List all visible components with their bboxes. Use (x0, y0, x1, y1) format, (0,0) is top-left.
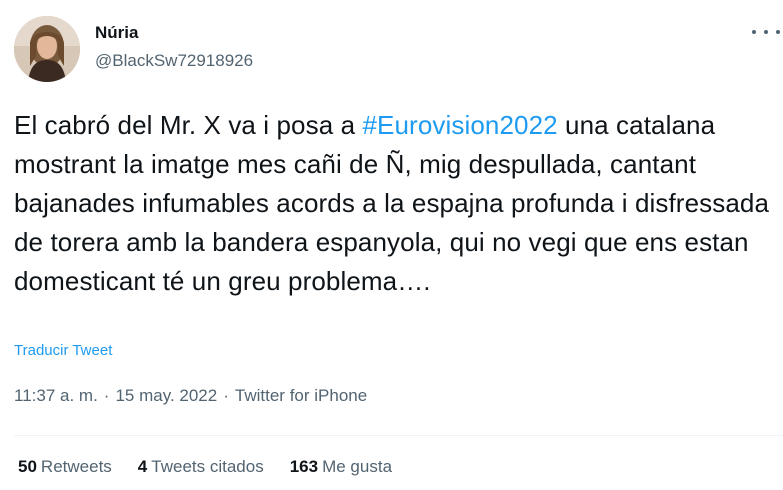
likes-count: 163 (289, 457, 319, 476)
translate-tweet-link[interactable]: Traducir Tweet (14, 341, 112, 361)
divider (14, 435, 783, 436)
user-info: Núria @BlackSw72918926 (95, 22, 253, 72)
likes-stat[interactable]: 163 Me gusta (290, 455, 392, 479)
tweet-text: El cabró del Mr. X va i posa a #Eurovisi… (14, 106, 779, 301)
tweet-source[interactable]: Twitter for iPhone (235, 386, 367, 405)
user-handle[interactable]: @BlackSw72918926 (95, 50, 253, 72)
more-options-icon[interactable] (752, 22, 780, 42)
retweets-count: 50 (18, 457, 37, 476)
dot (752, 30, 756, 34)
separator: · (223, 386, 229, 405)
tweet-date[interactable]: 15 may. 2022 (115, 386, 217, 405)
dot (776, 30, 780, 34)
hashtag-link[interactable]: #Eurovision2022 (363, 110, 558, 140)
tweet-card: Núria @BlackSw72918926 El cabró del Mr. … (0, 0, 783, 490)
quote-tweets-stat[interactable]: 4 Tweets citados (138, 455, 264, 479)
engagement-stats: 50 Retweets 4 Tweets citados 163 Me gusta (18, 455, 418, 479)
tweet-text-before: El cabró del Mr. X va i posa a (14, 110, 363, 140)
tweet-metadata: 11:37 a. m. · 15 may. 2022 · Twitter for iPh… (14, 384, 367, 408)
dot (764, 30, 768, 34)
avatar[interactable] (14, 16, 80, 82)
display-name[interactable]: Núria (95, 22, 253, 44)
profile-photo-icon (14, 16, 80, 82)
quotes-label: Tweets citados (151, 457, 264, 476)
retweets-label: Retweets (40, 457, 112, 476)
tweet-time[interactable]: 11:37 a. m. (14, 386, 98, 405)
likes-label: Me gusta (322, 457, 393, 476)
separator: · (103, 386, 110, 405)
retweets-stat[interactable]: 50 Retweets (18, 455, 112, 479)
quotes-count: 4 (137, 457, 148, 476)
